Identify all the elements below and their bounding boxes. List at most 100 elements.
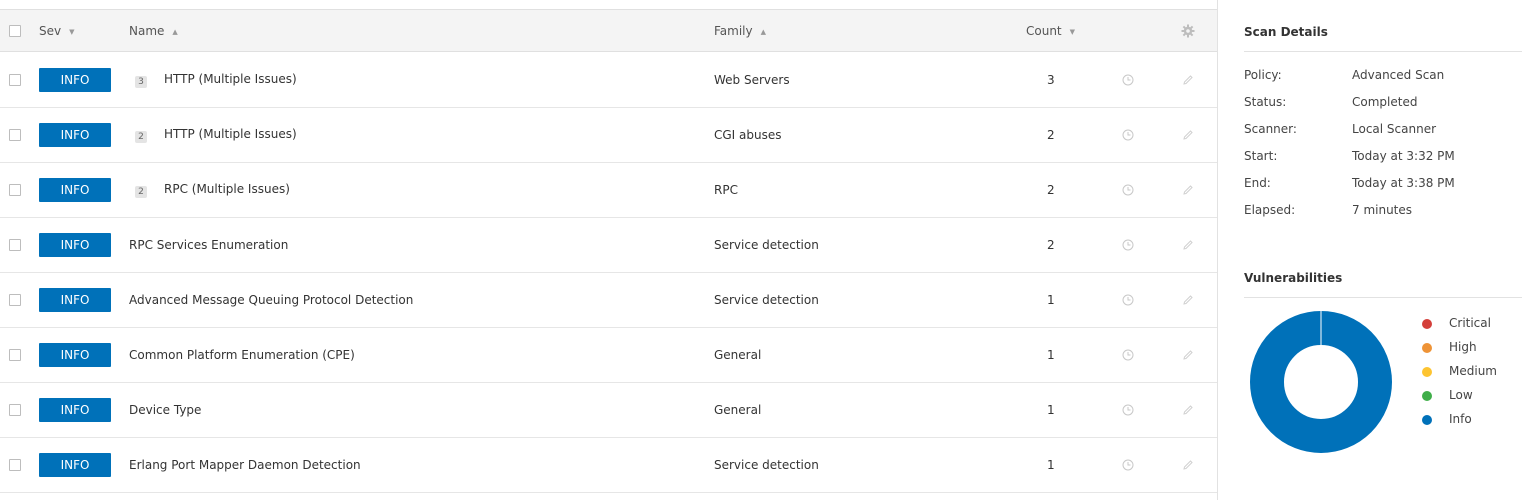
clock-icon[interactable]: [1122, 239, 1134, 251]
plugin-family: Web Servers: [714, 73, 790, 87]
severity-badge: INFO: [39, 453, 111, 477]
table-header: Sev ▼ Name ▲ Family ▲ Count ▼: [0, 9, 1217, 52]
scan-detail-label: End:: [1244, 176, 1271, 190]
select-all-checkbox[interactable]: [9, 24, 21, 37]
plugin-name-cell[interactable]: 3 HTTP (Multiple Issues): [129, 72, 297, 88]
sev-header-label: Sev: [39, 23, 62, 38]
scan-detail-row: Elapsed: 7 minutes: [1244, 203, 1522, 223]
row-checkbox[interactable]: [9, 294, 21, 306]
row-checkbox[interactable]: [9, 74, 21, 86]
sort-asc-icon: ▲: [172, 27, 178, 36]
plugin-name-cell[interactable]: Advanced Message Queuing Protocol Detect…: [129, 293, 413, 307]
plugin-name-cell[interactable]: RPC Services Enumeration: [129, 238, 288, 252]
table-row[interactable]: INFO RPC Services Enumeration Service dete…: [0, 218, 1217, 273]
table-row[interactable]: INFO Device Type General 1: [0, 383, 1217, 438]
pencil-icon[interactable]: [1182, 184, 1194, 196]
severity-badge: INFO: [39, 178, 111, 202]
severity-badge: INFO: [39, 288, 111, 312]
table-row[interactable]: INFO Common Platform Enumeration (CPE) Gen…: [0, 328, 1217, 383]
plugin-name-cell[interactable]: 2 RPC (Multiple Issues): [129, 182, 290, 198]
row-checkbox[interactable]: [9, 239, 21, 251]
plugin-count: 1: [1047, 403, 1055, 417]
table-row[interactable]: INFO 2 HTTP (Multiple Issues) CGI abuses 2: [0, 108, 1217, 163]
plugin-family: Service detection: [714, 458, 819, 472]
sort-desc-icon: ▼: [1069, 27, 1076, 36]
sev-column-header[interactable]: Sev ▼: [39, 24, 75, 38]
table-row[interactable]: INFO 2 RPC (Multiple Issues) RPC 2: [0, 163, 1217, 218]
scan-detail-value: Today at 3:38 PM: [1352, 176, 1455, 190]
group-count-badge: 2: [135, 131, 147, 143]
plugin-name: Erlang Port Mapper Daemon Detection: [129, 458, 361, 472]
plugin-count: 2: [1047, 183, 1055, 197]
name-column-header[interactable]: Name ▲: [129, 24, 178, 38]
scan-detail-row: Status: Completed: [1244, 95, 1522, 115]
pencil-icon[interactable]: [1182, 349, 1194, 361]
plugin-family: General: [714, 348, 762, 362]
severity-badge: INFO: [39, 398, 111, 422]
gear-icon[interactable]: [1181, 24, 1195, 38]
count-header-label: Count: [1026, 23, 1062, 38]
clock-icon[interactable]: [1122, 404, 1134, 416]
sort-asc-icon: ▲: [760, 27, 767, 36]
row-checkbox[interactable]: [9, 129, 21, 141]
row-checkbox[interactable]: [9, 404, 21, 416]
pencil-icon[interactable]: [1182, 239, 1194, 251]
plugin-family: CGI abuses: [714, 128, 782, 142]
table-row[interactable]: INFO Advanced Message Queuing Protocol De…: [0, 273, 1217, 328]
scan-detail-row: End: Today at 3:38 PM: [1244, 176, 1522, 196]
table-row[interactable]: INFO Erlang Port Mapper Daemon Detection S…: [0, 438, 1217, 493]
scan-detail-value: Completed: [1352, 95, 1418, 109]
scan-detail-value: 7 minutes: [1352, 203, 1413, 217]
clock-icon[interactable]: [1122, 294, 1134, 306]
pencil-icon[interactable]: [1182, 404, 1194, 416]
plugin-name-cell[interactable]: 2 HTTP (Multiple Issues): [129, 127, 297, 143]
plugin-name: RPC Services Enumeration: [129, 238, 289, 252]
scan-detail-row: Start: Today at 3:32 PM: [1244, 149, 1522, 169]
legend-dot: [1422, 415, 1432, 425]
clock-icon[interactable]: [1122, 349, 1134, 361]
severity-badge: INFO: [39, 233, 111, 257]
legend-label: Info: [1449, 412, 1472, 426]
scan-detail-label: Elapsed:: [1244, 203, 1296, 217]
legend-label: Medium: [1449, 364, 1497, 378]
plugin-name-cell[interactable]: Erlang Port Mapper Daemon Detection: [129, 458, 361, 472]
plugin-name: HTTP (Multiple Issues): [164, 72, 297, 86]
plugin-count: 3: [1047, 73, 1055, 87]
family-column-header[interactable]: Family ▲: [714, 24, 766, 38]
plugin-count: 1: [1047, 458, 1055, 472]
plugin-count: 1: [1047, 348, 1055, 362]
legend-dot: [1422, 391, 1432, 401]
clock-icon[interactable]: [1122, 74, 1134, 86]
legend-dot: [1422, 343, 1432, 353]
legend-dot: [1422, 319, 1432, 329]
count-column-header[interactable]: Count ▼: [1026, 24, 1075, 38]
scan-detail-row: Scanner: Local Scanner: [1244, 122, 1522, 142]
legend-label: Low: [1449, 388, 1473, 402]
plugin-name-cell[interactable]: Device Type: [129, 403, 201, 417]
scan-detail-label: Start:: [1244, 149, 1278, 163]
legend-dot: [1422, 367, 1432, 377]
scan-detail-row: Policy: Advanced Scan: [1244, 68, 1522, 88]
name-header-label: Name: [129, 23, 165, 38]
legend-label: Critical: [1449, 316, 1491, 330]
clock-icon[interactable]: [1122, 129, 1134, 141]
pencil-icon[interactable]: [1182, 74, 1194, 86]
plugin-name-cell[interactable]: Common Platform Enumeration (CPE): [129, 348, 355, 362]
pencil-icon[interactable]: [1182, 459, 1194, 471]
group-count-badge: 2: [135, 186, 147, 198]
plugin-name: Device Type: [129, 403, 202, 417]
vulnerabilities-donut-chart[interactable]: [1248, 309, 1394, 455]
pencil-icon[interactable]: [1182, 294, 1194, 306]
pencil-icon[interactable]: [1182, 129, 1194, 141]
scan-detail-label: Scanner:: [1244, 122, 1297, 136]
row-checkbox[interactable]: [9, 349, 21, 361]
sidebar: Scan Details Policy: Advanced Scan Status:…: [1244, 0, 1522, 500]
clock-icon[interactable]: [1122, 459, 1134, 471]
divider: [1244, 297, 1522, 298]
table-row[interactable]: INFO 3 HTTP (Multiple Issues) Web Servers 3: [0, 53, 1217, 108]
row-checkbox[interactable]: [9, 459, 21, 471]
scan-detail-value: Local Scanner: [1352, 122, 1437, 136]
divider: [1244, 51, 1522, 52]
row-checkbox[interactable]: [9, 184, 21, 196]
clock-icon[interactable]: [1122, 184, 1134, 196]
